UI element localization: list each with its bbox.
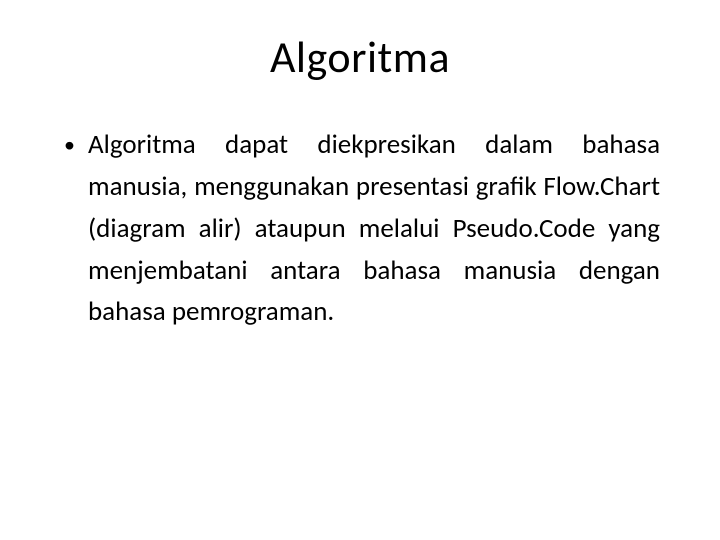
bullet-item: Algoritma dapat diekpresikan dalam bahas… [88,124,660,333]
slide-title: Algoritma [60,30,660,84]
slide-body: Algoritma dapat diekpresikan dalam bahas… [60,124,660,333]
bullet-list: Algoritma dapat diekpresikan dalam bahas… [60,124,660,333]
slide: Algoritma Algoritma dapat diekpresikan d… [0,0,720,540]
